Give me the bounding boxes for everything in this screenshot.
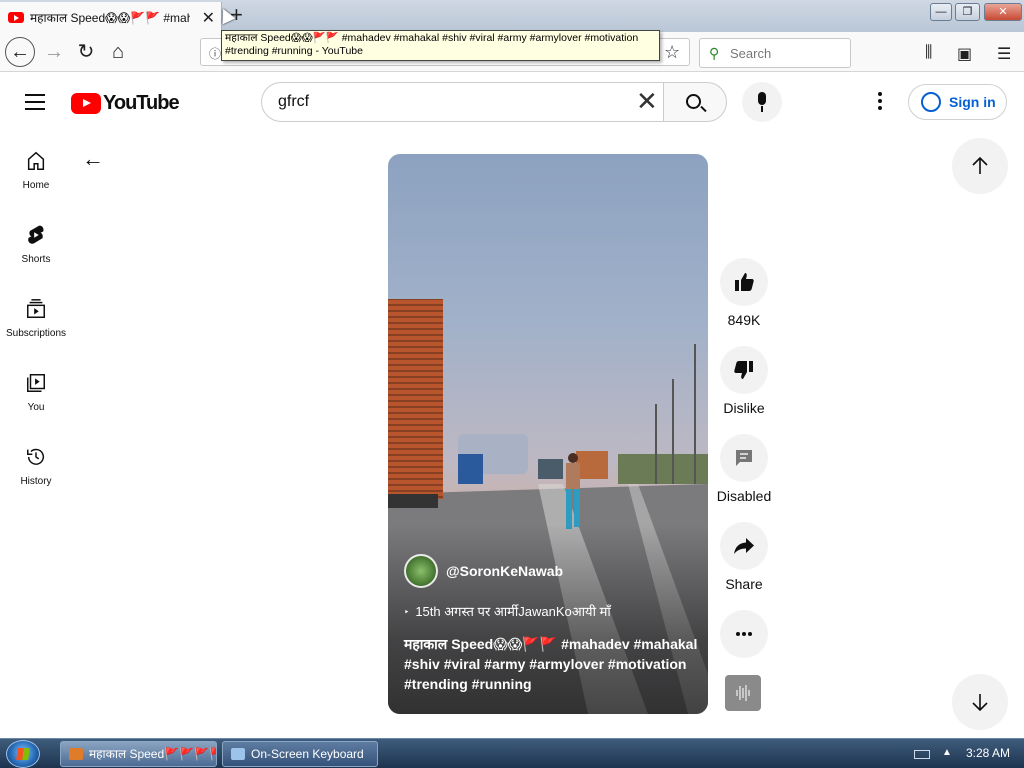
tray-keyboard-icon[interactable] <box>914 750 930 759</box>
you-icon <box>27 374 45 392</box>
tab-title: महाकाल Speed😱😱🚩🚩 #mahadev <box>30 10 190 25</box>
subscriptions-icon <box>27 299 45 318</box>
comments-button[interactable]: Disabled <box>716 434 772 504</box>
firefox-icon <box>69 748 83 760</box>
clear-search-icon[interactable]: ✕ <box>636 88 658 114</box>
bookmark-star-icon[interactable]: ☆ <box>664 42 680 63</box>
sidebar-item-you[interactable]: You <box>0 354 72 424</box>
thumbs-down-icon <box>734 361 753 379</box>
forward-button[interactable]: → <box>40 39 68 67</box>
arrow-down-icon <box>972 694 988 712</box>
taskbar-firefox-label: महाकाल Speed🚩🚩🚩🚩... <box>89 747 216 761</box>
linked-video-title[interactable]: ‣ 15th अगस्त पर आर्मीJawanKoआयी माँ <box>404 602 611 620</box>
dislike-label: Dislike <box>723 400 765 416</box>
back-button[interactable]: ← <box>5 37 35 67</box>
sidebar-item-label: Shorts <box>21 254 51 265</box>
linked-video-text: 15th अगस्त पर आर्मीJawanKoआयी माँ <box>415 604 611 619</box>
history-icon <box>27 448 45 465</box>
sidebar-item-label: History <box>20 476 52 487</box>
browser-search-placeholder: Search <box>730 46 772 61</box>
browser-search-input[interactable]: ⚲ Search <box>699 38 851 68</box>
guide-menu-icon[interactable] <box>25 94 45 115</box>
sidebar-item-history[interactable]: History <box>0 428 72 498</box>
comments-disabled-icon <box>736 450 752 466</box>
sidebar-item-label: Home <box>22 180 50 191</box>
minimize-button[interactable]: — <box>930 3 952 21</box>
comments-label: Disabled <box>716 488 772 504</box>
play-bullet-icon: ‣ <box>404 607 410 618</box>
sidebar-item-home[interactable]: Home <box>0 132 72 202</box>
shorts-video-player[interactable]: @SoronKeNawab ‣ 15th अगस्त पर आर्मीJawanK… <box>388 154 708 714</box>
shorts-icon <box>28 225 44 244</box>
show-hidden-icons-icon[interactable]: ▲ <box>942 747 952 758</box>
youtube-search-input[interactable]: gfrcf <box>261 82 663 122</box>
user-avatar-icon <box>921 92 941 112</box>
taskbar-osk-label: On-Screen Keyboard <box>251 747 364 761</box>
channel-avatar <box>404 554 438 588</box>
search-engine-icon: ⚲ <box>709 45 720 61</box>
browser-titlebar: महाकाल Speed😱😱🚩🚩 #mahadev ✕ + — ❐ ✕ <box>0 0 1024 32</box>
sidebar-toggle-icon[interactable]: ▣ <box>957 44 972 64</box>
taskbar-item-osk[interactable]: On-Screen Keyboard <box>222 741 378 767</box>
like-count: 849K <box>727 312 761 328</box>
library-icon[interactable]: ⫼ <box>925 44 932 62</box>
sound-thumbnail[interactable] <box>725 675 761 711</box>
youtube-favicon-icon <box>8 11 24 23</box>
youtube-search-button[interactable] <box>663 82 727 122</box>
keyboard-icon <box>231 748 245 760</box>
channel-name: @SoronKeNawab <box>446 563 564 579</box>
windows-taskbar: महाकाल Speed🚩🚩🚩🚩... On-Screen Keyboard ▲… <box>0 738 1024 768</box>
taskbar-clock[interactable]: 3:28 AM <box>966 746 1010 760</box>
browser-tab-active[interactable]: महाकाल Speed😱😱🚩🚩 #mahadev ✕ <box>0 2 222 32</box>
channel-link[interactable]: @SoronKeNawab <box>404 554 563 588</box>
youtube-wordmark: YouTube <box>103 92 180 114</box>
youtube-play-icon <box>71 93 101 114</box>
more-actions-button[interactable] <box>716 610 772 664</box>
voice-search-button[interactable] <box>742 82 782 122</box>
arrow-up-icon <box>972 156 988 174</box>
share-icon <box>734 538 754 554</box>
sidebar-item-label: You <box>27 402 45 413</box>
more-horizontal-icon <box>736 632 752 636</box>
next-short-button[interactable] <box>952 674 1008 730</box>
like-button[interactable]: 849K <box>716 258 772 328</box>
tab-tooltip: महाकाल Speed😱😱🚩🚩 #mahadev #mahakal #shiv… <box>221 30 660 61</box>
share-label: Share <box>725 576 763 592</box>
search-icon <box>686 94 701 109</box>
sign-in-button[interactable]: Sign in <box>908 84 1007 120</box>
taskbar-item-firefox[interactable]: महाकाल Speed🚩🚩🚩🚩... <box>60 741 217 767</box>
share-button[interactable]: Share <box>716 522 772 592</box>
microphone-icon <box>758 92 766 105</box>
home-icon <box>27 151 45 170</box>
menu-icon[interactable]: ☰ <box>997 44 1011 64</box>
settings-more-icon[interactable] <box>878 92 882 113</box>
youtube-header: YouTube gfrcf ✕ Sign in <box>0 72 1024 132</box>
sign-in-label: Sign in <box>949 94 996 110</box>
thumbs-up-icon <box>735 273 754 291</box>
back-arrow-icon[interactable]: ← <box>82 146 104 172</box>
home-button[interactable]: ⌂ <box>104 39 132 67</box>
start-button[interactable] <box>6 740 40 768</box>
short-caption: महाकाल Speed😱😱🚩🚩 #mahadev #mahakal #shiv… <box>404 636 698 692</box>
sidebar-item-shorts[interactable]: Shorts <box>0 206 72 276</box>
close-window-button[interactable]: ✕ <box>984 3 1022 21</box>
dislike-button[interactable]: Dislike <box>716 346 772 416</box>
previous-short-button[interactable] <box>952 138 1008 194</box>
youtube-logo[interactable]: YouTube <box>71 92 180 115</box>
reload-button[interactable]: ↻ <box>72 39 100 67</box>
maximize-button[interactable]: ❐ <box>955 3 980 21</box>
audio-waveform-icon <box>736 685 750 701</box>
sidebar-item-subscriptions[interactable]: Subscriptions <box>0 280 72 350</box>
tab-close-icon[interactable]: ✕ <box>202 8 215 28</box>
sidebar-item-label: Subscriptions <box>5 328 67 339</box>
site-info-icon[interactable]: ⓘ <box>209 45 221 62</box>
